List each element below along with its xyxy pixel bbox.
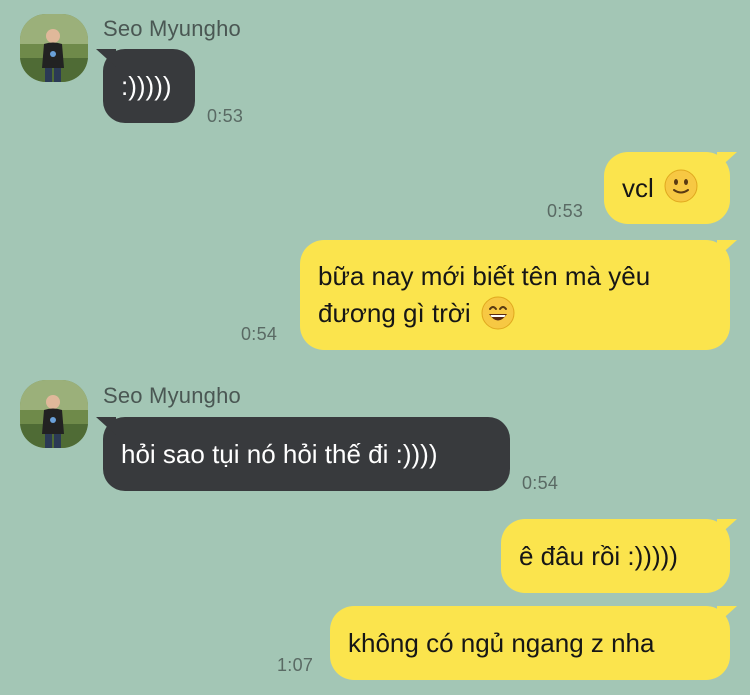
contact-avatar[interactable] xyxy=(20,14,88,82)
message-bubble-outgoing[interactable]: vcl xyxy=(604,152,730,224)
message-timestamp: 1:07 xyxy=(277,655,314,675)
message-bubble-outgoing[interactable]: ê đâu rồi :))))) xyxy=(501,519,730,593)
grinning-face-icon xyxy=(481,296,515,330)
message-text: bữa nay mới biết tên mà yêu đương gì trờ… xyxy=(318,258,650,332)
message-text: hỏi sao tụi nó hỏi thế đi :)))) xyxy=(121,438,438,469)
message-timestamp: 0:53 xyxy=(547,201,584,221)
message-timestamp: 0:53 xyxy=(207,106,244,126)
sender-name: Seo Myungho xyxy=(103,16,241,41)
message-text: vcl xyxy=(622,172,654,203)
message-timestamp: 0:54 xyxy=(522,473,559,493)
message-bubble-outgoing[interactable]: bữa nay mới biết tên mà yêu đương gì trờ… xyxy=(300,240,730,350)
slightly-smiling-face-icon xyxy=(664,169,698,203)
sender-name: Seo Myungho xyxy=(103,383,241,408)
contact-avatar[interactable] xyxy=(20,380,88,448)
message-text: ê đâu rồi :))))) xyxy=(519,540,678,571)
message-timestamp: 0:54 xyxy=(241,324,278,344)
message-text: không có ngủ ngang z nha xyxy=(348,627,655,658)
message-text: :))))) xyxy=(121,70,172,101)
message-bubble-incoming[interactable]: :))))) xyxy=(103,49,195,123)
chat-thread[interactable]: Seo Myungho :))))) 0:53 vcl 0:53 bữa nay… xyxy=(0,0,750,695)
message-bubble-outgoing[interactable]: không có ngủ ngang z nha xyxy=(330,606,730,680)
message-bubble-incoming[interactable]: hỏi sao tụi nó hỏi thế đi :)))) xyxy=(103,417,510,491)
